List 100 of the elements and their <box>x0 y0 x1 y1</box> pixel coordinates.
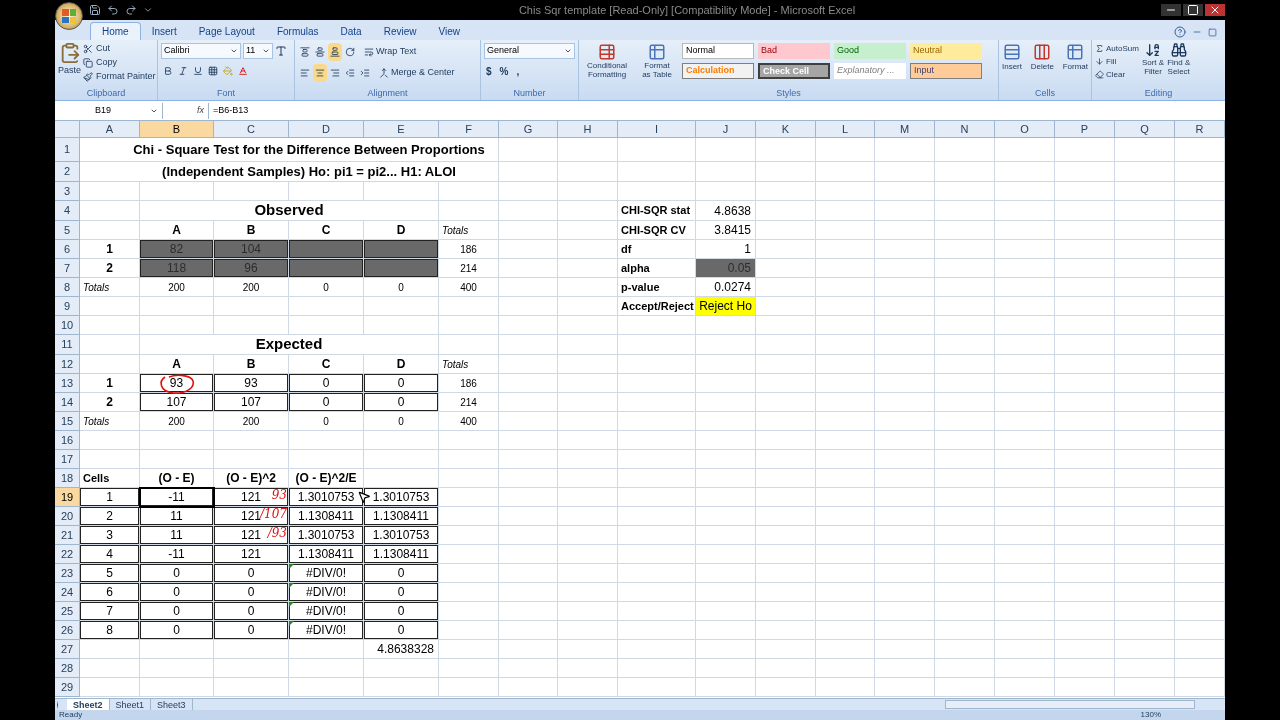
table-cell[interactable]: 400 <box>439 412 499 431</box>
table-cell[interactable]: 1.1308411 <box>364 545 439 564</box>
sheet-title[interactable]: Chi - Square Test for the Difference Between Proportions <box>80 138 499 162</box>
row-header[interactable]: 14 <box>55 393 80 412</box>
save-icon[interactable] <box>89 4 101 16</box>
insert-button[interactable]: Insert <box>1002 43 1022 73</box>
table-cell[interactable]: Totals <box>439 355 499 374</box>
table-cell[interactable]: 214 <box>439 259 499 278</box>
fill-button[interactable]: Fill <box>1095 55 1139 68</box>
table-cell[interactable]: 121 /93 <box>214 526 289 545</box>
row-header[interactable]: 16 <box>55 431 80 450</box>
font-name-field[interactable]: Calibri <box>161 43 241 59</box>
row-header[interactable]: 17 <box>55 450 80 469</box>
table-cell[interactable]: 11 <box>140 526 214 545</box>
table-cell[interactable]: CHI-SQR stat <box>618 201 696 221</box>
column-header[interactable]: P <box>1055 121 1115 137</box>
row-header[interactable]: 21 <box>55 526 80 545</box>
autosum-button[interactable]: AutoSum <box>1095 42 1139 55</box>
row-header[interactable]: 8 <box>55 278 80 297</box>
column-header[interactable]: R <box>1175 121 1225 137</box>
column-header[interactable]: K <box>756 121 816 137</box>
ribbon-tab[interactable]: View <box>427 22 471 40</box>
table-cell[interactable]: 0 <box>289 393 364 412</box>
table-cell[interactable]: 0 <box>364 583 439 602</box>
column-header[interactable]: H <box>558 121 618 137</box>
restore-icon[interactable] <box>1208 27 1217 37</box>
table-cell[interactable]: 0 <box>140 583 214 602</box>
table-cell[interactable]: 200 <box>140 412 214 431</box>
format-button[interactable]: Format <box>1062 43 1088 73</box>
table-cell[interactable]: 0 <box>289 374 364 393</box>
table-cell[interactable]: (O - E)^2 <box>214 469 289 488</box>
formula-field[interactable]: =B6-B13 <box>208 102 1225 119</box>
row-header[interactable]: 9 <box>55 297 80 316</box>
table-title[interactable]: Observed <box>140 201 439 221</box>
name-box[interactable]: B19 <box>55 102 163 119</box>
row-header[interactable]: 7 <box>55 259 80 278</box>
clear-button[interactable]: Clear <box>1095 68 1139 81</box>
table-cell[interactable]: p-value <box>618 278 696 297</box>
table-cell[interactable]: 0 <box>364 278 439 297</box>
table-cell[interactable]: 4 <box>80 545 140 564</box>
ribbon-tab[interactable]: Review <box>372 22 428 40</box>
row-header[interactable]: 28 <box>55 659 80 678</box>
ribbon-tab[interactable]: Data <box>329 22 373 40</box>
table-cell[interactable]: 121/107 <box>214 507 289 526</box>
delete-button[interactable]: Delete <box>1030 43 1054 73</box>
table-cell[interactable]: 0 <box>214 564 289 583</box>
wrap-text-button[interactable]: Wrap Text <box>364 45 417 59</box>
close-icon[interactable] <box>1205 4 1225 16</box>
table-cell[interactable]: 0 <box>214 602 289 621</box>
ribbon-tab[interactable]: Insert <box>140 22 188 40</box>
table-cell[interactable]: 1 <box>80 374 140 393</box>
table-cell[interactable]: 93 <box>214 374 289 393</box>
table-cell[interactable]: 3.8415 <box>696 221 756 240</box>
table-cell[interactable]: 200 <box>140 278 214 297</box>
cell-style-option[interactable]: Normal <box>682 43 754 59</box>
row-header[interactable]: 2 <box>55 162 80 182</box>
cut-button[interactable]: Cut <box>83 42 156 56</box>
column-header[interactable]: I <box>618 121 696 137</box>
row-header[interactable]: 29 <box>55 678 80 697</box>
table-cell[interactable]: 2 <box>80 393 140 412</box>
table-cell[interactable]: 1 <box>80 488 140 507</box>
table-cell[interactable]: (O - E) <box>140 469 214 488</box>
format-painter-button[interactable]: Format Painter <box>83 70 156 84</box>
row-header[interactable]: 26 <box>55 621 80 640</box>
table-cell[interactable]: 1.1308411 <box>364 507 439 526</box>
row-header[interactable]: 22 <box>55 545 80 564</box>
table-cell[interactable]: #DIV/0! <box>289 583 364 602</box>
table-cell[interactable]: 93 <box>140 374 214 393</box>
column-header[interactable]: O <box>995 121 1055 137</box>
row-header[interactable]: 18 <box>55 469 80 488</box>
cell-style-option[interactable]: Explanatory ... <box>834 63 906 79</box>
merge-center-button[interactable]: Merge & Center <box>379 66 455 80</box>
table-cell[interactable]: Totals <box>80 412 140 431</box>
row-header[interactable]: 25 <box>55 602 80 621</box>
table-cell[interactable]: 0 <box>289 278 364 297</box>
undo-icon[interactable] <box>107 4 119 16</box>
table-cell[interactable]: 5 <box>80 564 140 583</box>
conditional-formatting-button[interactable]: Conditional Formatting <box>582 43 632 79</box>
table-cell[interactable]: 0 <box>140 602 214 621</box>
table-cell[interactable]: #DIV/0! <box>289 621 364 640</box>
paste-button[interactable]: Paste <box>58 42 81 84</box>
ribbon-tab[interactable]: Page Layout <box>187 22 266 40</box>
number-format-field[interactable]: General <box>484 43 575 59</box>
table-cell[interactable]: Cells <box>80 469 140 488</box>
align-center-button[interactable] <box>313 64 327 82</box>
sort-filter-button[interactable]: Sort & Filter <box>1141 42 1165 81</box>
table-cell[interactable]: 107 <box>140 393 214 412</box>
ribbon-tab[interactable]: Home <box>90 22 141 40</box>
table-cell[interactable]: 0 <box>214 621 289 640</box>
row-header[interactable]: 19 <box>55 488 80 507</box>
table-cell[interactable]: #DIV/0! <box>289 602 364 621</box>
table-title[interactable]: Expected <box>140 335 439 355</box>
font-size-field[interactable]: 11 <box>243 43 273 59</box>
help-icon[interactable] <box>1174 26 1186 38</box>
table-cell[interactable]: 2 <box>80 507 140 526</box>
table-cell[interactable]: 0 <box>364 412 439 431</box>
table-cell[interactable]: 186 <box>439 240 499 259</box>
row-header[interactable]: 11 <box>55 335 80 355</box>
table-cell[interactable]: 0 <box>364 374 439 393</box>
sheet-tab[interactable]: Sheet2 <box>67 698 110 711</box>
